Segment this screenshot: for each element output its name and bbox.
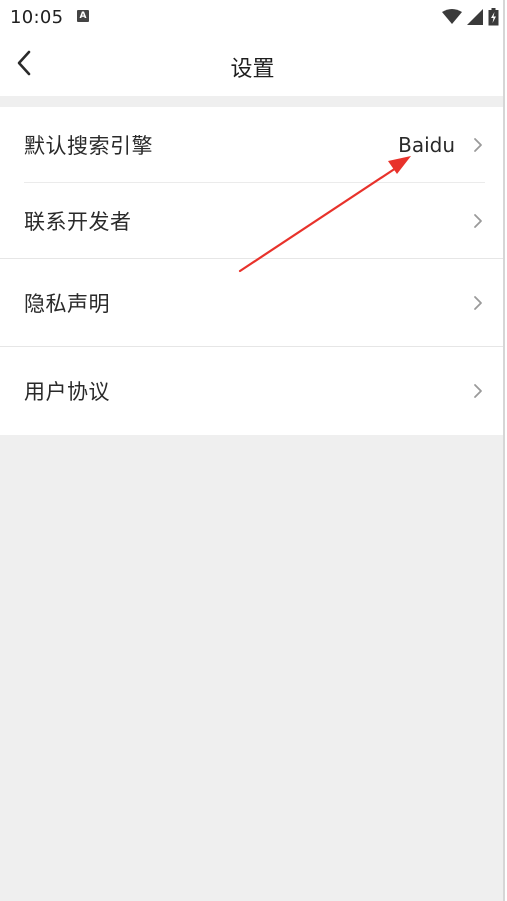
settings-screen: 10:05 A 设置 默认搜索引擎 Baidu 联系开发者 隐私声明 用户协议: [0, 0, 505, 901]
search-engine-value: Baidu: [398, 133, 455, 157]
settings-item-user-agreement[interactable]: 用户协议: [0, 347, 503, 435]
status-time: 10:05: [10, 7, 64, 28]
settings-item-privacy-statement[interactable]: 隐私声明: [0, 259, 503, 347]
chevron-right-icon: [471, 212, 485, 230]
notification-icon: A: [77, 10, 89, 22]
page-title: 设置: [230, 57, 275, 82]
chevron-right-icon: [471, 136, 485, 154]
wifi-icon: [442, 9, 462, 25]
settings-item-contact-developer[interactable]: 联系开发者: [0, 183, 503, 259]
settings-item-label: 联系开发者: [24, 210, 132, 234]
app-header: 设置: [0, 34, 503, 96]
chevron-right-icon: [471, 382, 485, 400]
battery-charging-icon: [488, 8, 499, 26]
chevron-right-icon: [471, 294, 485, 312]
status-bar: 10:05 A: [0, 0, 503, 34]
settings-item-label: 隐私声明: [24, 292, 110, 316]
settings-list: 默认搜索引擎 Baidu 联系开发者 隐私声明 用户协议: [0, 107, 503, 435]
settings-item-default-search-engine[interactable]: 默认搜索引擎 Baidu: [0, 107, 503, 183]
settings-item-label: 默认搜索引擎: [24, 134, 153, 158]
settings-item-label: 用户协议: [24, 380, 110, 404]
signal-icon: [467, 9, 483, 25]
status-icons: [442, 8, 499, 26]
